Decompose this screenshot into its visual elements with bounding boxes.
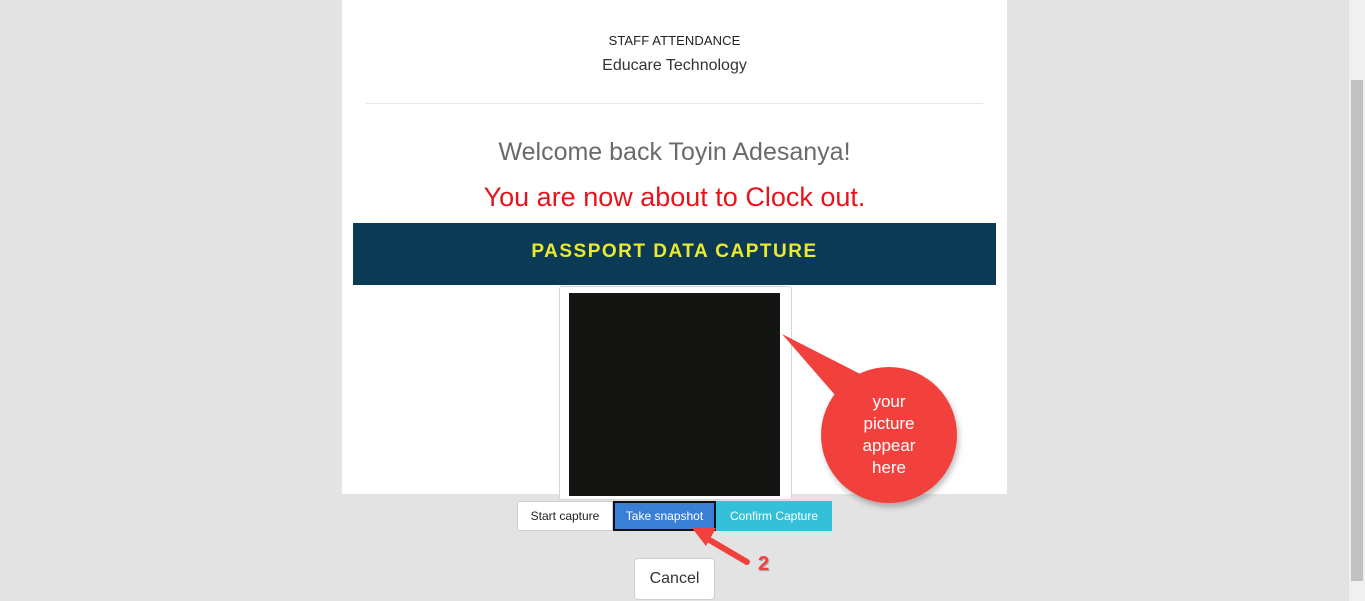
scrollbar[interactable]	[1349, 0, 1365, 601]
step-number: 2	[758, 553, 770, 575]
red-arrow-icon	[692, 528, 750, 565]
scrollbar-thumb[interactable]	[1351, 80, 1363, 581]
page: STAFF ATTENDANCE Educare Technology Welc…	[0, 0, 1365, 601]
